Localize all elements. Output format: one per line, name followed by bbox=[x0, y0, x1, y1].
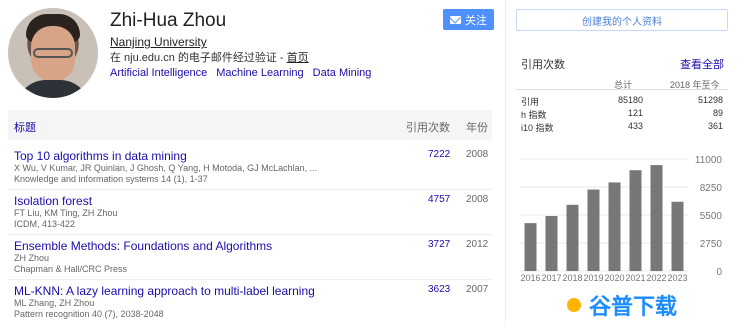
publication-authors: ML Zhang, ZH Zhou bbox=[14, 298, 95, 308]
publication-row: Ensemble Methods: Foundations and Algori… bbox=[14, 239, 494, 275]
x-tick-label: 2023 bbox=[667, 273, 687, 283]
chart-bar[interactable] bbox=[629, 170, 642, 271]
sort-citations[interactable]: 引用次数 bbox=[406, 119, 450, 135]
stats-divider bbox=[516, 89, 728, 90]
chart-bar[interactable] bbox=[587, 189, 600, 271]
publication-row: ML-KNN: A lazy learning approach to mult… bbox=[14, 284, 494, 320]
publication-venue: ICDM, 413-422 bbox=[14, 219, 76, 229]
mail-icon bbox=[450, 15, 461, 24]
row-divider bbox=[8, 189, 492, 190]
citations-bar-chart: 1100082505500275002016 2017 2018 2019 2020 20… bbox=[520, 155, 723, 283]
x-tick-label: 2021 bbox=[625, 273, 645, 283]
chart-bar[interactable] bbox=[545, 216, 558, 271]
stats-label: 引用 bbox=[521, 97, 540, 107]
research-interests: Artificial Intelligence Machine Learning… bbox=[110, 67, 371, 79]
chart-bar[interactable] bbox=[524, 223, 537, 271]
homepage-link[interactable]: 首页 bbox=[287, 52, 309, 64]
y-tick-label: 2750 bbox=[700, 239, 723, 250]
citations-title: 引用次数 bbox=[521, 59, 565, 71]
publication-row: Top 10 algorithms in data mining X Wu, V… bbox=[14, 149, 494, 185]
stats-label: h 指数 bbox=[521, 110, 547, 120]
follow-button[interactable]: 关注 bbox=[443, 9, 494, 30]
watermark-logo-icon bbox=[567, 298, 581, 312]
publication-year: 2008 bbox=[466, 149, 489, 160]
row-divider bbox=[8, 279, 492, 280]
publication-venue: Chapman & Hall/CRC Press bbox=[14, 264, 128, 274]
y-tick-label: 11000 bbox=[695, 155, 723, 166]
watermark: 谷普下载 bbox=[567, 289, 677, 321]
publication-year: 2012 bbox=[466, 239, 489, 250]
column-separator bbox=[505, 0, 506, 326]
stats-since: 361 bbox=[707, 121, 723, 131]
sort-title[interactable]: 标题 bbox=[14, 119, 36, 135]
row-divider bbox=[8, 234, 492, 235]
view-all-link[interactable]: 查看全部 bbox=[680, 56, 724, 72]
stats-all: 433 bbox=[627, 121, 643, 131]
citation-count[interactable]: 3623 bbox=[428, 284, 450, 295]
affiliation-link[interactable]: Nanjing University bbox=[110, 35, 207, 49]
y-tick-label: 8250 bbox=[700, 183, 723, 194]
publication-year: 2007 bbox=[466, 284, 489, 295]
interest-link[interactable]: Data Mining bbox=[313, 67, 372, 79]
chart-bar[interactable] bbox=[671, 201, 684, 271]
x-tick-label: 2017 bbox=[541, 273, 561, 283]
verified-text: 在 nju.edu.cn 的电子邮件经过验证 - bbox=[110, 52, 287, 64]
stats-row: h 指数 121 89 bbox=[521, 108, 723, 120]
stats-all: 121 bbox=[627, 108, 643, 118]
publication-venue: Pattern recognition 40 (7), 2038-2048 bbox=[14, 309, 164, 319]
verified-email: 在 nju.edu.cn 的电子邮件经过验证 - 首页 bbox=[110, 49, 309, 65]
chart-bar[interactable] bbox=[566, 204, 579, 271]
x-tick-label: 2016 bbox=[520, 273, 540, 283]
interest-link[interactable]: Artificial Intelligence bbox=[110, 67, 207, 79]
publication-title[interactable]: Isolation forest bbox=[14, 194, 494, 208]
publication-authors: ZH Zhou bbox=[14, 253, 50, 263]
citation-count[interactable]: 7222 bbox=[428, 149, 450, 160]
publication-title[interactable]: Ensemble Methods: Foundations and Algori… bbox=[14, 239, 494, 253]
create-profile-button[interactable]: 创建我的个人资料 bbox=[516, 9, 728, 31]
publication-title[interactable]: ML-KNN: A lazy learning approach to mult… bbox=[14, 284, 494, 298]
publication-venue: Knowledge and information systems 14 (1)… bbox=[14, 174, 208, 184]
stats-since: 89 bbox=[712, 108, 723, 118]
publications-header: 标题 引用次数 年份 bbox=[8, 110, 492, 140]
interest-link[interactable]: Machine Learning bbox=[216, 67, 303, 79]
publication-authors: FT Liu, KM Ting, ZH Zhou bbox=[14, 208, 118, 218]
watermark-text: 谷普下载 bbox=[589, 294, 678, 319]
chart-bar[interactable] bbox=[650, 165, 663, 271]
publication-authors: X Wu, V Kumar, JR Quinlan, J Ghosh, Q Ya… bbox=[14, 163, 318, 173]
avatar bbox=[8, 8, 98, 98]
y-tick-label: 5500 bbox=[700, 211, 723, 222]
stats-since: 51298 bbox=[697, 95, 723, 105]
x-tick-label: 2018 bbox=[562, 273, 582, 283]
citation-count[interactable]: 3727 bbox=[428, 239, 450, 250]
chart-bar[interactable] bbox=[608, 182, 621, 271]
x-tick-label: 2019 bbox=[583, 273, 603, 283]
stats-row: 引用 85180 51298 bbox=[521, 95, 723, 107]
x-tick-label: 2020 bbox=[604, 273, 624, 283]
x-tick-label: 2022 bbox=[646, 273, 666, 283]
publication-year: 2008 bbox=[466, 194, 489, 205]
publication-row: Isolation forest FT Liu, KM Ting, ZH Zho… bbox=[14, 194, 494, 230]
stats-row: i10 指数 433 361 bbox=[521, 121, 723, 133]
profile-name: Zhi-Hua Zhou bbox=[110, 10, 227, 31]
stats-all: 85180 bbox=[617, 95, 643, 105]
y-tick-label: 0 bbox=[716, 267, 722, 278]
stats-label: i10 指数 bbox=[521, 123, 554, 133]
follow-label: 关注 bbox=[465, 14, 487, 27]
citation-count[interactable]: 4757 bbox=[428, 194, 450, 205]
sort-year[interactable]: 年份 bbox=[466, 119, 488, 135]
publication-title[interactable]: Top 10 algorithms in data mining bbox=[14, 149, 494, 163]
